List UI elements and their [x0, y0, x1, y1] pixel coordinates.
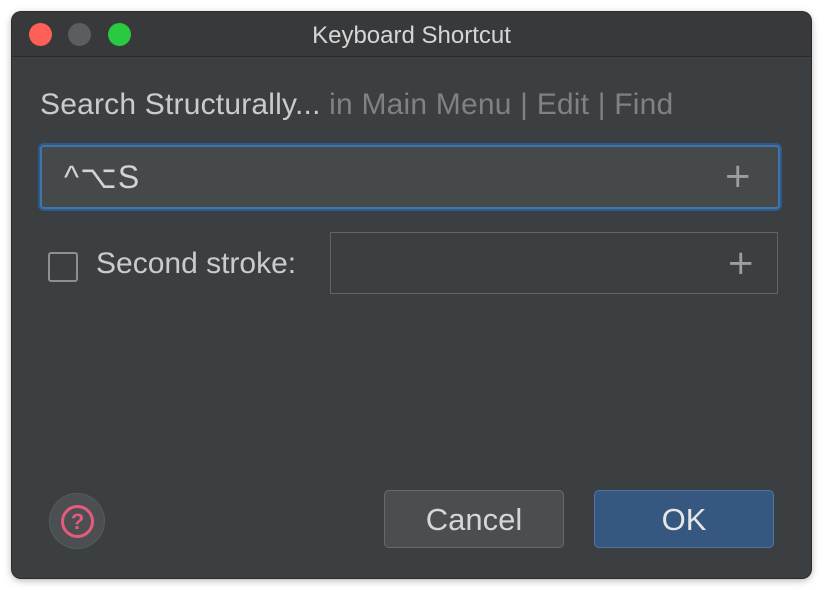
first-stroke-field[interactable]: ^⌥S +: [40, 145, 780, 209]
question-circle-icon: ?: [61, 505, 94, 538]
window-title: Keyboard Shortcut: [312, 22, 511, 49]
keyboard-shortcut-dialog: Keyboard Shortcut Search Structurally...…: [12, 12, 811, 578]
ok-button[interactable]: OK: [594, 490, 774, 548]
help-button[interactable]: ?: [49, 493, 105, 549]
first-stroke-value: ^⌥S: [64, 159, 141, 195]
action-menu-path: in Main Menu | Edit | Find: [320, 88, 674, 121]
plus-icon[interactable]: +: [727, 246, 756, 280]
action-name: Search Structurally...: [40, 88, 321, 121]
second-stroke-checkbox[interactable]: [48, 252, 78, 282]
title-bar: Keyboard Shortcut: [12, 12, 811, 57]
cancel-button[interactable]: Cancel: [384, 490, 564, 548]
second-stroke-field[interactable]: +: [330, 232, 778, 294]
plus-icon[interactable]: +: [724, 159, 753, 193]
action-heading: Search Structurally... in Main Menu | Ed…: [40, 88, 673, 122]
second-stroke-label[interactable]: Second stroke:: [96, 247, 296, 281]
